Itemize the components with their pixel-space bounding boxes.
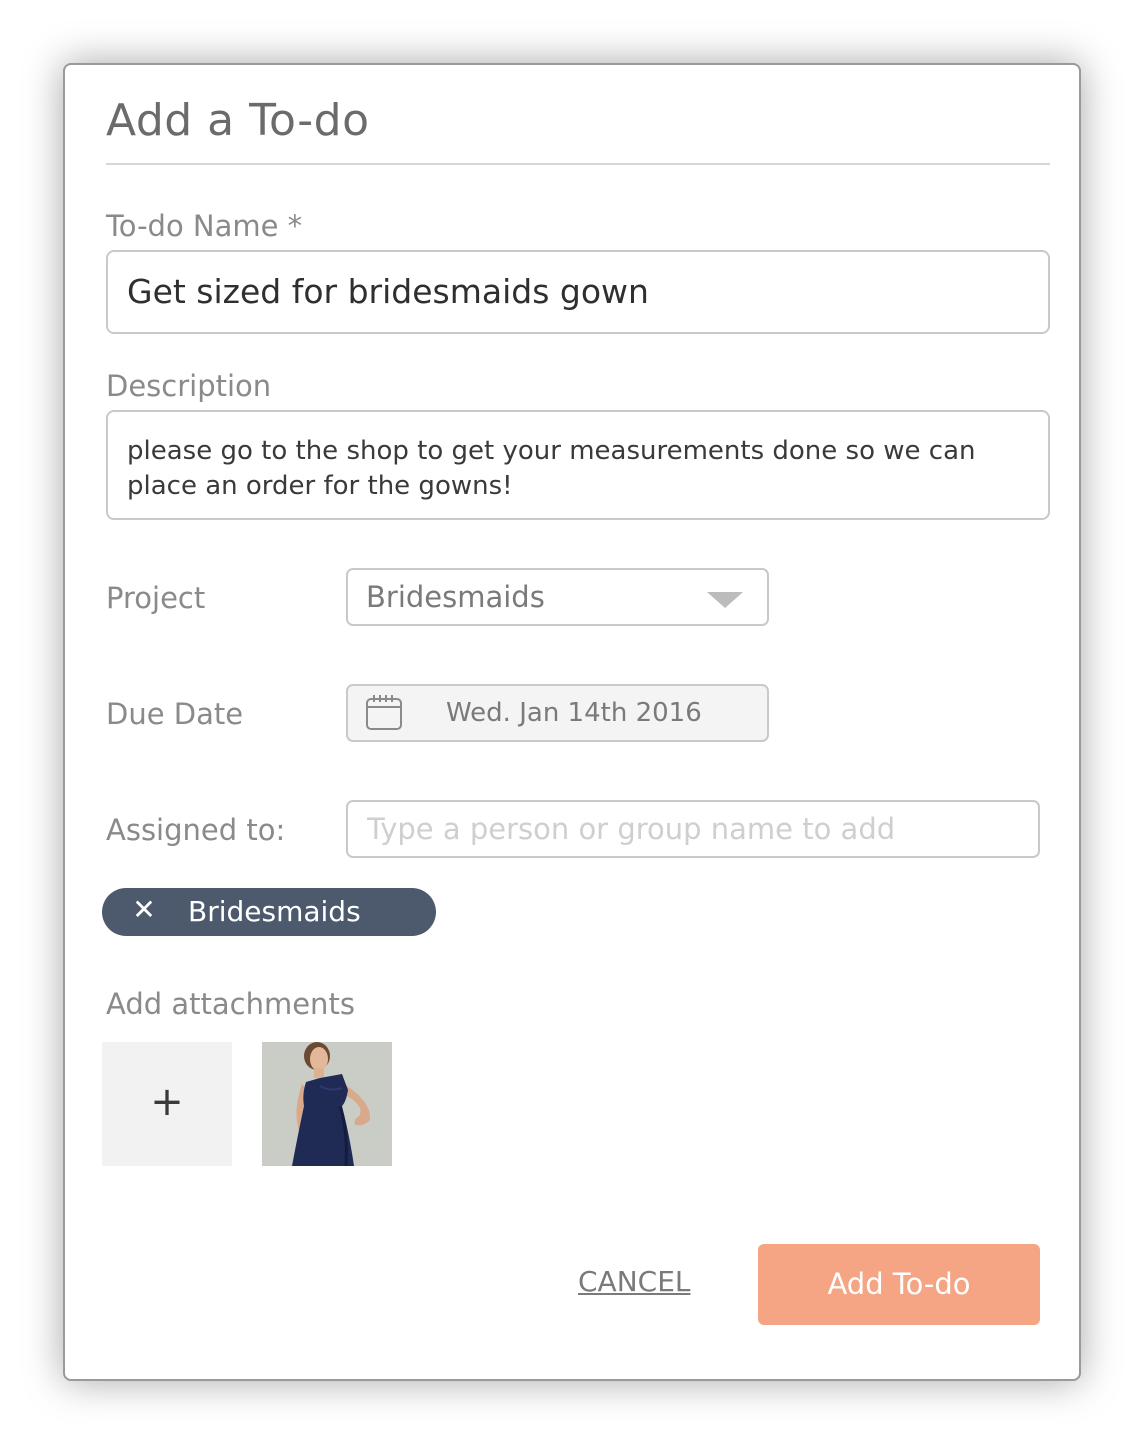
- project-select-value: Bridesmaids: [366, 580, 545, 614]
- attachments-label: Add attachments: [106, 987, 355, 1021]
- dialog-title: Add a To-do: [106, 95, 370, 146]
- project-label: Project: [106, 581, 206, 615]
- assignee-chip: ✕ Bridesmaids: [102, 888, 436, 936]
- todo-name-label: To-do Name *: [106, 209, 303, 243]
- cancel-button[interactable]: CANCEL: [578, 1242, 691, 1322]
- calendar-icon: [366, 695, 402, 730]
- plus-icon: +: [150, 1079, 184, 1125]
- description-textarea[interactable]: please go to the shop to get your measur…: [106, 410, 1050, 520]
- gown-thumbnail-icon: [262, 1042, 392, 1166]
- add-todo-dialog: Add a To-do To-do Name * Get sized for b…: [63, 63, 1081, 1381]
- close-icon[interactable]: ✕: [130, 894, 158, 926]
- add-attachment-button[interactable]: +: [102, 1042, 232, 1166]
- project-select[interactable]: Bridesmaids: [346, 568, 769, 626]
- due-date-picker[interactable]: Wed. Jan 14th 2016: [346, 684, 769, 742]
- due-date-label: Due Date: [106, 697, 244, 731]
- assigned-to-label: Assigned to:: [106, 813, 286, 847]
- description-label: Description: [106, 369, 272, 403]
- due-date-value: Wed. Jan 14th 2016: [446, 698, 702, 728]
- assignee-search-input[interactable]: [346, 800, 1040, 858]
- title-divider: [106, 163, 1050, 165]
- assignee-chip-label: Bridesmaids: [188, 895, 361, 928]
- attachment-thumbnail[interactable]: [262, 1042, 392, 1166]
- todo-name-input[interactable]: Get sized for bridesmaids gown: [106, 250, 1050, 334]
- chevron-down-icon: [707, 592, 743, 608]
- add-todo-button[interactable]: Add To-do: [758, 1244, 1040, 1325]
